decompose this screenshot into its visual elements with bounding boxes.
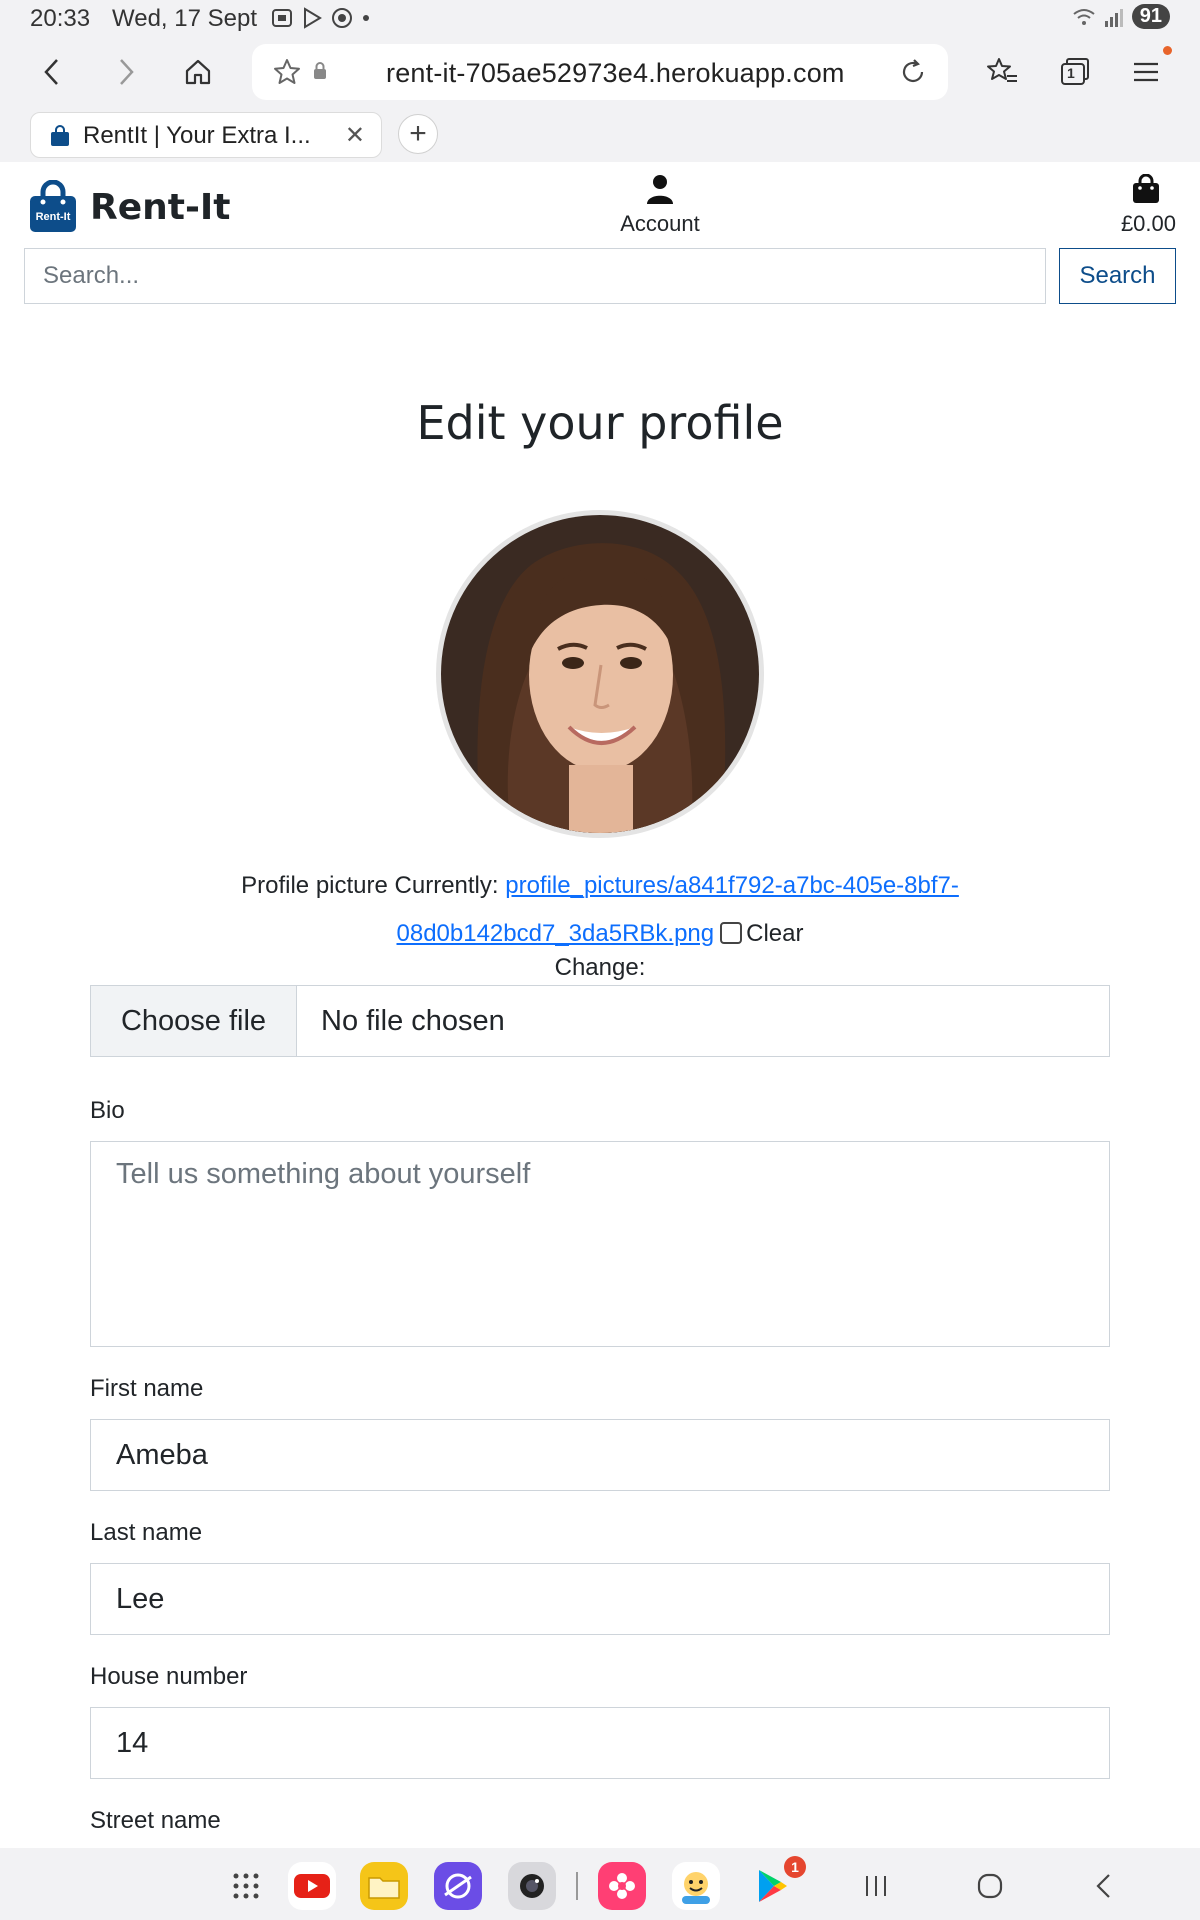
change-label: Change: — [554, 954, 646, 981]
page-title: Edit your profile — [416, 396, 784, 450]
first-name-label: First name — [90, 1375, 204, 1402]
android-back-button[interactable] — [1080, 1862, 1128, 1910]
cart-link[interactable]: £0.00 — [1066, 173, 1176, 237]
menu-button[interactable] — [1124, 50, 1168, 94]
signal-icon — [1104, 8, 1123, 27]
kids-app[interactable] — [672, 1862, 720, 1910]
last-name-input[interactable]: Lee — [90, 1563, 1110, 1635]
star-bookmark-icon[interactable] — [272, 57, 302, 87]
clear-label: Clear — [746, 920, 804, 947]
site-header: Rent-It Rent-It Account £0.00 Search — [0, 162, 1200, 312]
camera-app[interactable] — [508, 1862, 556, 1910]
menu-notification-dot — [1163, 46, 1172, 55]
chevron-left-icon — [44, 59, 58, 85]
android-status-bar: 20:33 Wed, 17 Sept 91 — [0, 0, 1200, 36]
search-input[interactable] — [24, 248, 1046, 304]
user-icon — [647, 175, 673, 204]
back-button[interactable] — [30, 50, 74, 94]
more-notifications-dot-icon — [363, 15, 369, 21]
file-status: No file chosen — [321, 1005, 505, 1037]
address-bar[interactable]: rent-it-705ae52973e4.herokuapp.com — [252, 44, 948, 100]
folder-icon — [368, 1877, 400, 1899]
gallery-app[interactable] — [598, 1862, 646, 1910]
lock-icon — [314, 62, 326, 79]
browser-toolbar: rent-it-705ae52973e4.herokuapp.com 1 — [0, 36, 1200, 108]
home-icon — [185, 59, 211, 85]
cart-total: £0.00 — [1120, 211, 1176, 236]
logo-text: Rent-It — [36, 211, 71, 223]
search-button[interactable]: Search — [1059, 248, 1176, 304]
back-chevron-icon — [1096, 1874, 1110, 1898]
account-link[interactable]: Account — [600, 174, 720, 237]
new-tab-button[interactable]: + — [398, 114, 438, 154]
clear-checkbox[interactable] — [720, 922, 743, 944]
profile-picture-current: Profile picture Currently: profile_pictu… — [90, 862, 1110, 958]
android-home-button[interactable] — [966, 1862, 1014, 1910]
recent-apps-button[interactable] — [852, 1862, 900, 1910]
choose-file-button[interactable]: Choose file — [91, 986, 297, 1056]
youtube-app[interactable] — [288, 1862, 336, 1910]
browser-tab-active[interactable]: RentIt | Your Extra I... ✕ — [30, 112, 382, 158]
tabs-button[interactable]: 1 — [1052, 50, 1096, 94]
brand-home-link[interactable]: Rent-It Rent-It — [28, 180, 231, 234]
play-store-app[interactable]: 1 — [748, 1856, 806, 1910]
bookmarks-button[interactable] — [980, 50, 1024, 94]
street-name-label: Street name — [90, 1807, 221, 1834]
browser-planet-icon — [444, 1873, 472, 1899]
profile-avatar — [436, 510, 764, 838]
tab-count: 1 — [1067, 65, 1075, 81]
recent-apps-icon — [866, 1876, 886, 1896]
brand-name: Rent-It — [90, 186, 231, 228]
app-notification-icon — [332, 8, 352, 28]
tab-strip: RentIt | Your Extra I... ✕ + — [0, 108, 1200, 162]
notification-icons — [270, 6, 372, 30]
flower-gallery-icon — [609, 1873, 635, 1899]
profile-picture-label: Profile picture Currently: — [241, 872, 499, 899]
status-time: 20:33 — [30, 5, 91, 32]
profile-picture-file-input[interactable]: Choose file No file chosen — [90, 985, 1110, 1057]
shopping-bag-icon — [1133, 173, 1159, 203]
last-name-label: Last name — [90, 1519, 203, 1546]
hamburger-menu-icon — [1134, 62, 1158, 82]
wifi-icon — [1073, 8, 1095, 25]
screenshot-icon — [272, 9, 292, 27]
bookmarks-star-list-icon — [987, 58, 1017, 82]
house-number-input[interactable]: 14 — [90, 1707, 1110, 1779]
bio-textarea[interactable]: Tell us something about yourself — [90, 1141, 1110, 1347]
internet-browser-app[interactable] — [434, 1862, 482, 1910]
first-name-input[interactable]: Ameba — [90, 1419, 1110, 1491]
android-navigation-bar: 1 — [0, 1848, 1200, 1920]
house-number-label: House number — [90, 1663, 248, 1690]
reload-icon[interactable] — [898, 57, 928, 87]
youtube-icon — [294, 1874, 330, 1898]
cartoon-character-icon — [682, 1872, 710, 1904]
tab-close-icon[interactable]: ✕ — [345, 121, 365, 150]
app-drawer-button[interactable] — [222, 1862, 270, 1910]
my-files-app[interactable] — [360, 1862, 408, 1910]
play-store-icon — [759, 1870, 787, 1902]
app-grid-icon — [233, 1873, 259, 1899]
system-status-icons: 91 — [1072, 4, 1170, 29]
url-text: rent-it-705ae52973e4.herokuapp.com — [386, 58, 845, 88]
chevron-right-icon — [120, 59, 134, 85]
rentit-favicon-icon — [51, 125, 69, 146]
dock-divider — [576, 1872, 578, 1900]
bio-label: Bio — [90, 1097, 125, 1124]
forward-button[interactable] — [104, 50, 148, 94]
play-store-badge: 1 — [784, 1856, 806, 1878]
camera-icon — [520, 1874, 544, 1898]
status-date: Wed, 17 Sept — [112, 5, 257, 32]
account-label: Account — [620, 211, 700, 236]
battery-level: 91 — [1131, 4, 1170, 29]
profile-photo-illustration — [441, 515, 759, 833]
rentit-logo-bag-icon: Rent-It — [30, 180, 76, 232]
home-button[interactable] — [176, 50, 220, 94]
play-store-notification-icon — [304, 7, 322, 29]
home-circle-icon — [977, 1873, 1003, 1899]
tab-title: RentIt | Your Extra I... — [83, 122, 311, 149]
plus-icon: + — [409, 117, 427, 150]
